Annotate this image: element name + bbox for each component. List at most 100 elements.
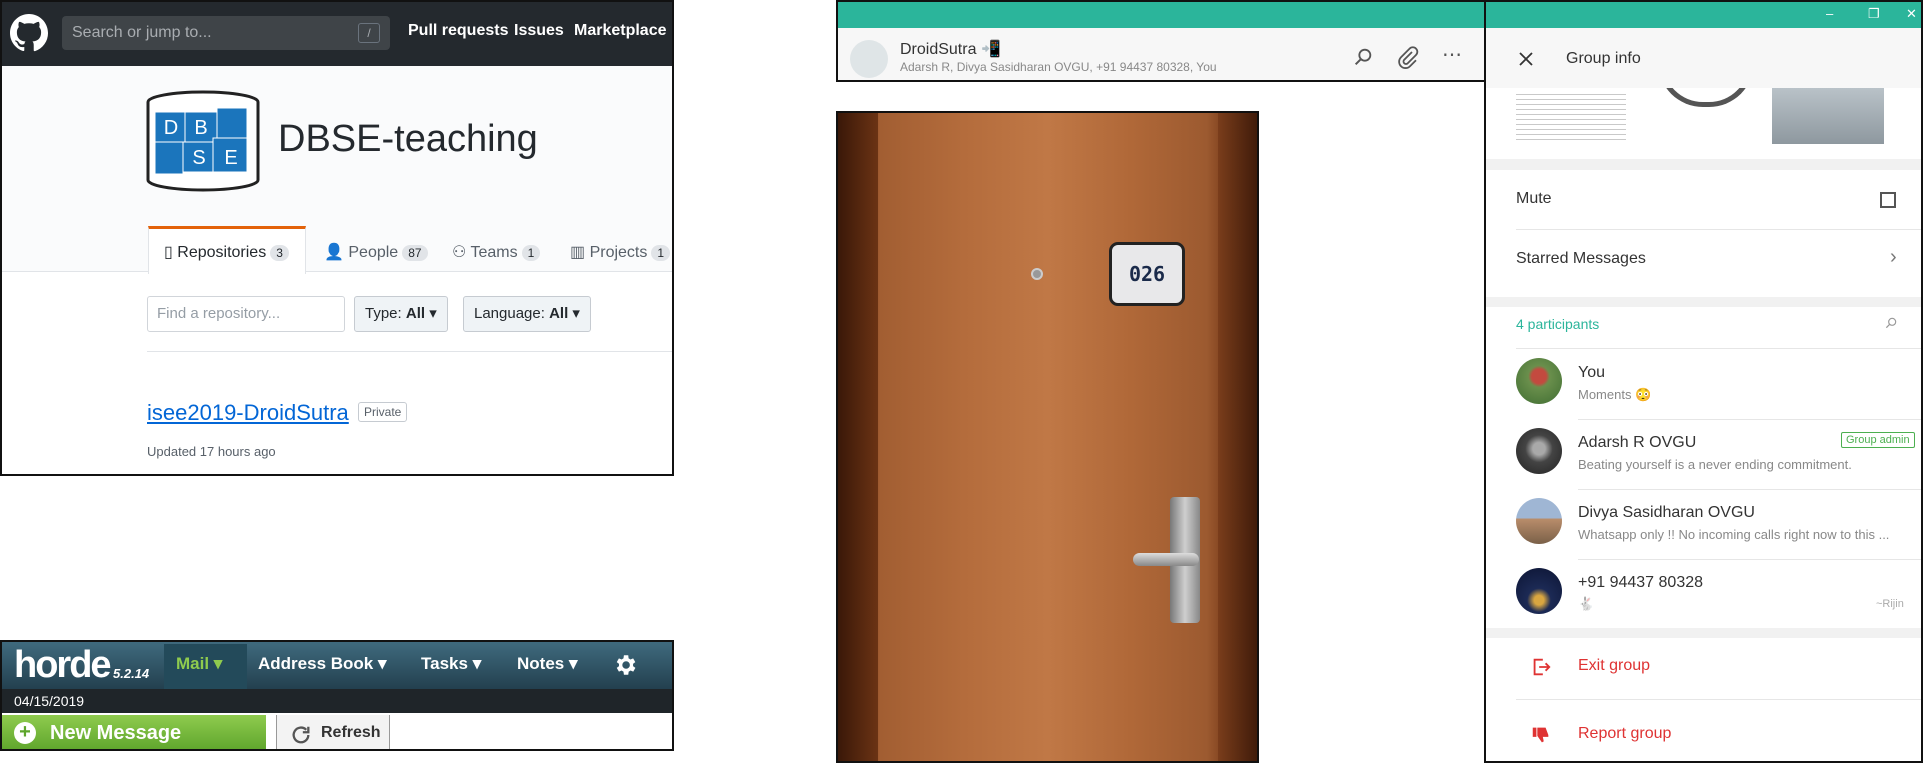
group-admin-badge: Group admin [1841,432,1915,448]
horde-logo[interactable]: horde [14,644,112,687]
door-handle [1133,553,1199,566]
tab-people[interactable]: 👤 People 87 [324,242,428,290]
horde-panel: horde 5.2.14 Mail ▾ Address Book ▾ Tasks… [0,640,674,751]
search-icon[interactable] [1352,46,1374,68]
language-filter-label: Language: [474,305,545,322]
nav-marketplace[interactable]: Marketplace [574,22,667,40]
thumbs-down-icon [1532,727,1549,743]
refresh-icon [292,726,310,744]
org-name: DBSE-teaching [278,118,538,160]
participant-status: 🐇 [1578,596,1595,611]
menu-notes-label: Notes [517,654,565,673]
media-preview [1486,62,1921,159]
github-org-panel: Search or jump to... / Pull requests Iss… [0,0,674,476]
nav-pull-requests[interactable]: Pull requests [408,22,508,40]
org-logo-icon: D B S E [146,90,260,192]
caret-down-icon: ▾ [472,654,482,673]
date-bar: 04/15/2019 [2,689,672,713]
person-icon: 👤 [324,244,344,261]
menu-mail[interactable]: Mail ▾ [176,654,222,674]
media-thumbnail[interactable] [1516,90,1626,140]
logo-letter-e: E [224,147,237,169]
participant-status: Moments 😳 [1578,387,1652,402]
room-number-plate: 026 [1109,242,1185,306]
menu-tasks[interactable]: Tasks ▾ [421,654,481,674]
gear-icon[interactable] [612,652,638,678]
attach-icon[interactable] [1396,46,1420,70]
tab-teams[interactable]: ⚇ Teams 1 [452,242,541,290]
github-logo-icon[interactable] [10,14,48,52]
plus-icon: + [14,722,36,744]
tab-repositories-label: Repositories [177,244,267,261]
private-badge: Private [358,402,408,422]
tab-projects[interactable]: ▥ Projects 1 [570,242,671,290]
participants-count: 4 participants [1516,316,1600,332]
tab-teams-count: 1 [521,245,541,261]
horde-version: 5.2.14 [113,666,150,681]
divider [1516,699,1921,700]
search-participants-icon[interactable] [1884,316,1898,330]
panel-title: Group info [1566,50,1641,67]
group-name[interactable]: DroidSutra 📲 [900,39,1001,59]
find-repository-input[interactable]: Find a repository... [147,296,345,332]
mute-checkbox[interactable] [1880,192,1896,208]
door-frame-right [1218,113,1257,761]
divider [147,351,672,352]
group-avatar[interactable] [850,40,888,78]
type-filter-label: Type: [365,305,402,322]
exit-group-label: Exit group [1578,657,1651,674]
participant-pushname: ~Rijin [1876,598,1904,610]
new-message-button[interactable]: New Message [2,715,266,749]
menu-mail-label: Mail [176,654,210,673]
participant-name: +91 94437 80328 [1578,574,1704,591]
language-filter-button[interactable]: Language: All ▾ [463,296,591,332]
minimize-icon[interactable]: – [1826,6,1833,21]
menu-address-book-label: Address Book [258,654,374,673]
group-info-header [1486,28,1921,88]
logo-letter-s: S [192,147,205,169]
group-members: Adarsh R, Divya Sasidharan OVGU, +91 944… [900,60,1217,74]
repo-link[interactable]: isee2019-DroidSutra [147,400,349,426]
participant-name: Adarsh R OVGU [1578,434,1697,451]
report-group-label: Report group [1578,725,1672,742]
search-shortcut-key: / [358,23,380,43]
menu-address-book[interactable]: Address Book ▾ [258,654,387,674]
project-icon: ▥ [570,244,586,261]
menu-tasks-label: Tasks [421,654,468,673]
media-thumbnail[interactable] [1772,88,1884,144]
exit-icon [1533,658,1551,676]
tab-teams-label: Teams [470,244,518,261]
door-photo: 026 [836,111,1259,763]
menu-notes[interactable]: Notes ▾ [517,654,578,674]
logo-letter-d: D [164,117,178,139]
team-icon: ⚇ [452,244,467,261]
close-window-icon[interactable]: ✕ [1906,6,1917,22]
tab-people-count: 87 [402,245,428,261]
avatar [1516,358,1562,404]
caret-down-icon: ▾ [377,654,387,673]
starred-messages-label: Starred Messages [1516,250,1646,267]
search-input[interactable]: Search or jump to... [62,16,390,50]
caret-down-icon: ▾ [568,654,578,673]
group-info-panel: – ❐ ✕ Group info Mute Starred Messages ›… [1484,0,1923,763]
tab-repositories[interactable]: ▯ Repositories 3 [164,242,289,290]
close-icon[interactable] [1518,51,1534,67]
maximize-icon[interactable]: ❐ [1868,6,1880,22]
title-bar [1486,2,1921,28]
type-filter-button[interactable]: Type: All ▾ [354,296,448,332]
group-name-label: DroidSutra [900,41,977,58]
more-options-icon[interactable]: ⋯ [1442,42,1462,67]
title-bar [838,2,1484,28]
repo-updated-text: Updated 17 hours ago [147,444,276,459]
avatar [1516,498,1562,544]
tab-repositories-count: 3 [270,245,289,261]
type-filter-value: All [405,305,426,322]
nav-issues[interactable]: Issues [514,22,564,40]
tab-projects-count: 1 [651,245,671,261]
caret-down-icon: ▾ [572,305,580,322]
peephole [1031,268,1043,280]
repo-icon: ▯ [164,244,173,261]
logo-letter-b: B [194,117,207,139]
caret-down-icon: ▾ [429,305,437,322]
avatar [1516,428,1562,474]
